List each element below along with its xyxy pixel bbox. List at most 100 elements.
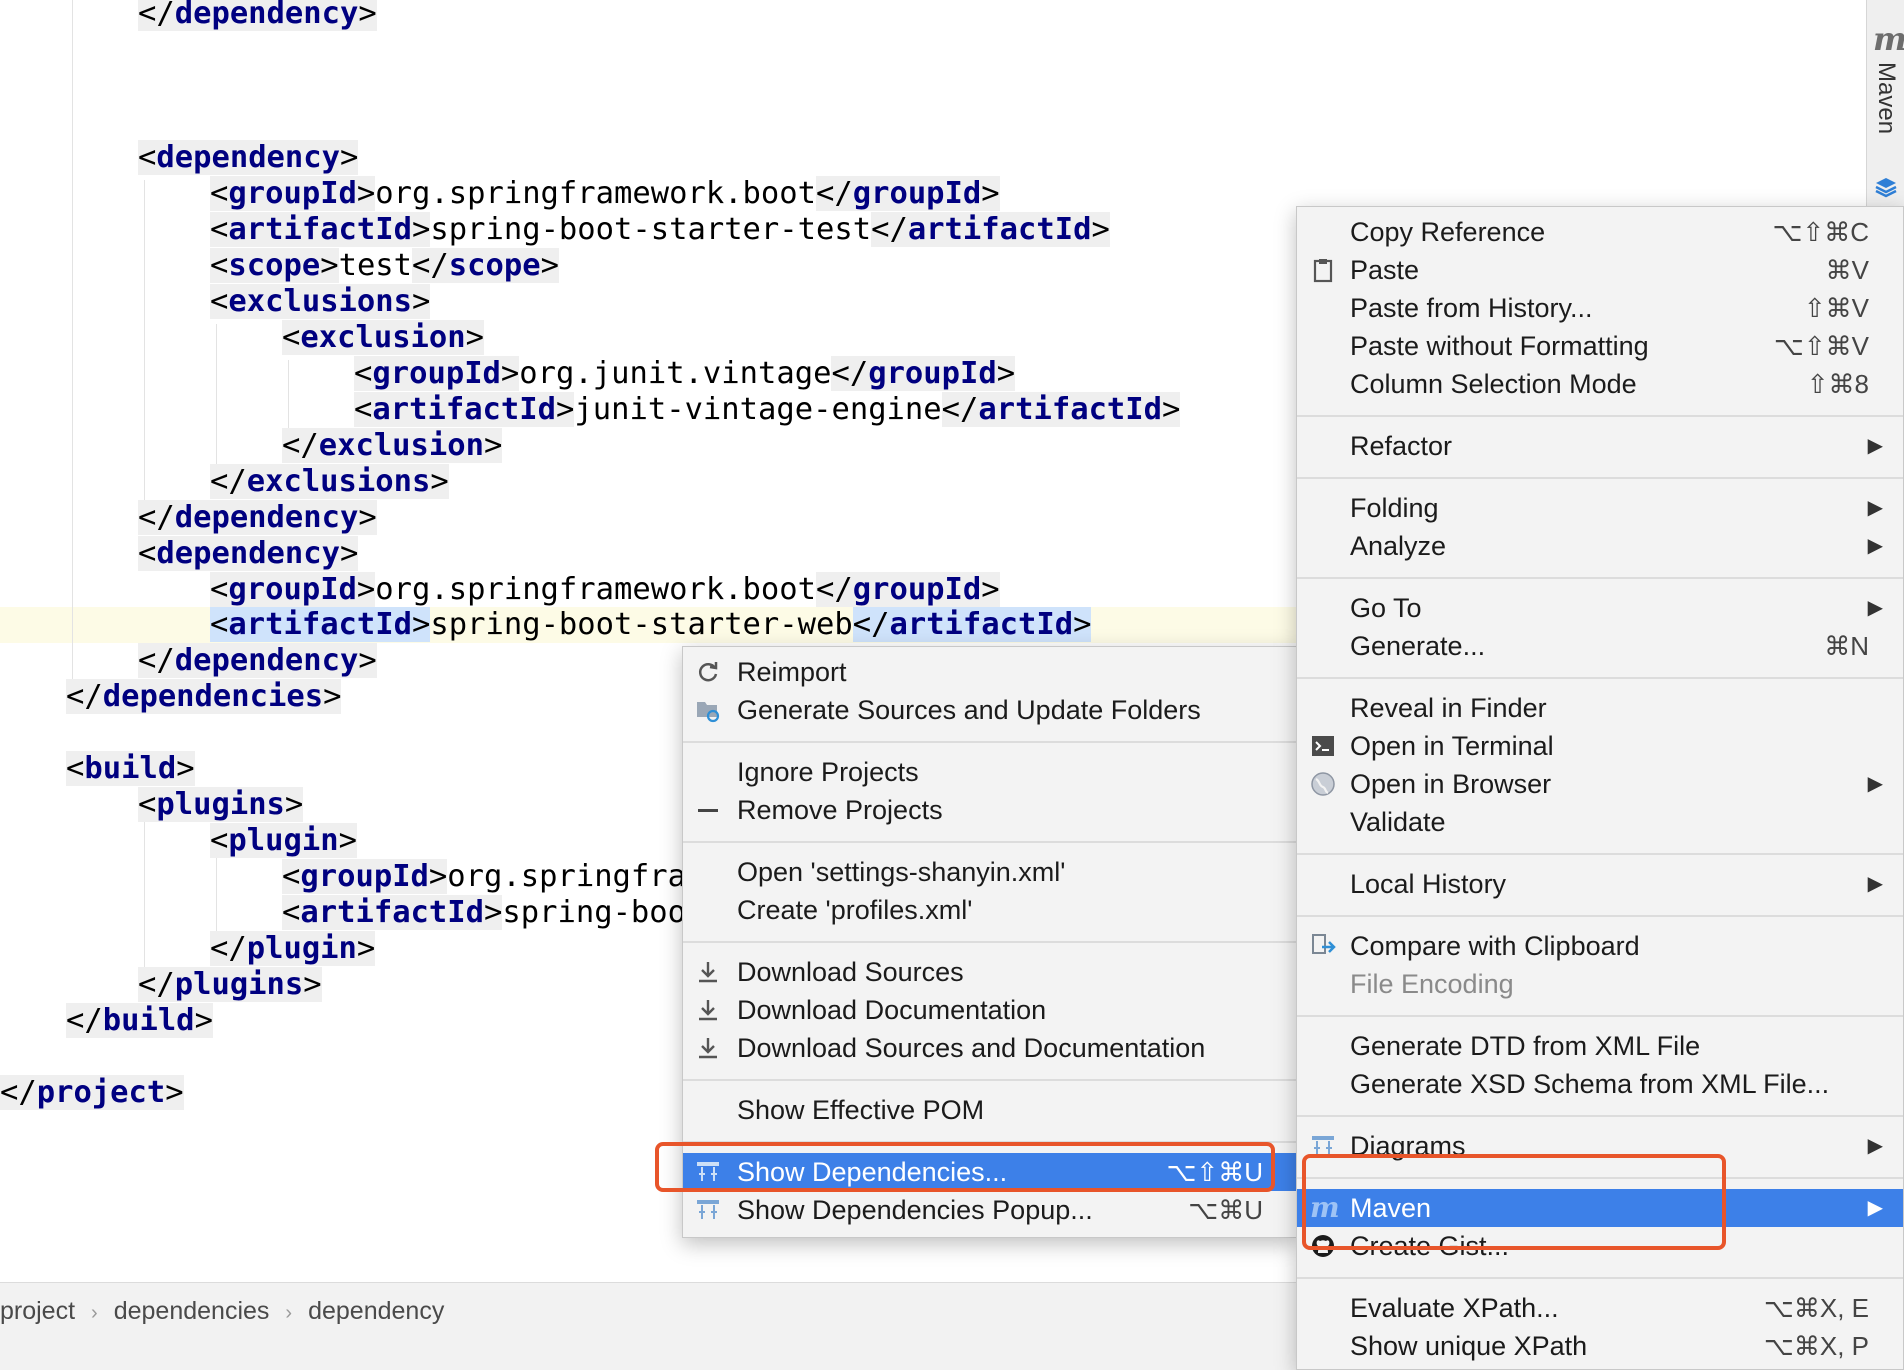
highlight-box-show-dependencies (655, 1142, 1275, 1192)
code-line[interactable]: </dependencies> (66, 679, 342, 715)
xml-bracket: > (996, 356, 1016, 391)
code-line[interactable]: <artifactId>spring-boot-starter-test</ar… (210, 212, 1110, 248)
code-line[interactable]: <dependency> (138, 140, 359, 176)
menu-item-show-dependencies-popup[interactable]: Show Dependencies Popup... ⌥⌘U (683, 1191, 1297, 1229)
xml-bracket: </ (941, 392, 979, 427)
menu-item-validate[interactable]: Validate (1297, 803, 1903, 841)
menu-item-paste-without-formatting[interactable]: Paste without Formatting ⌥⇧⌘V (1297, 327, 1903, 365)
code-line[interactable]: </exclusion> (282, 428, 503, 464)
menu-item-refactor[interactable]: Refactor ▶ (1297, 427, 1903, 465)
menu-item-show-unique-xpath[interactable]: Show unique XPath ⌥⌘X, P (1297, 1327, 1903, 1365)
xml-tag-name: exclusions (246, 464, 431, 499)
submenu-arrow-icon: ▶ (1867, 873, 1883, 895)
xml-bracket: < (210, 607, 229, 642)
maven-m-icon[interactable]: m (1873, 20, 1904, 58)
xml-bracket: > (484, 428, 503, 463)
menu-item-paste[interactable]: Paste ⌘V (1297, 251, 1903, 289)
breadcrumb-item-dependency[interactable]: dependency (308, 1297, 444, 1325)
xml-tag-name: exclusions (228, 284, 413, 319)
menu-item-download-sources[interactable]: Download Sources (683, 953, 1297, 991)
menu-item-evaluate-xpath[interactable]: Evaluate XPath... ⌥⌘X, E (1297, 1289, 1903, 1327)
code-line[interactable]: </dependency> (138, 0, 377, 32)
code-line[interactable]: <artifactId>junit-vintage-engine</artifa… (354, 392, 1181, 428)
xml-bracket: > (484, 895, 503, 930)
menu-item-ignore-projects[interactable]: Ignore Projects (683, 753, 1297, 791)
compare-icon (1312, 934, 1336, 954)
clipboard-icon (1313, 259, 1333, 283)
code-line[interactable]: <plugin> (210, 823, 357, 859)
menu-item-reimport[interactable]: Reimport (683, 653, 1297, 691)
code-line[interactable]: <exclusion> (282, 320, 485, 356)
code-line[interactable]: </plugins> (138, 967, 322, 1003)
code-line[interactable]: <groupId>org.springframework.boot</group… (210, 572, 1000, 608)
xml-bracket: </ (0, 1075, 37, 1110)
code-line[interactable]: </project> (0, 1075, 184, 1111)
code-line[interactable]: </dependency> (138, 500, 377, 536)
xml-text: test (338, 248, 413, 283)
code-line[interactable]: <groupId>org.springfra (282, 859, 686, 895)
xml-tag-name: artifactId (978, 392, 1163, 427)
menu-item-open-in-browser[interactable]: Open in Browser ▶ (1297, 765, 1903, 803)
menu-item-generate[interactable]: Generate... ⌘N (1297, 627, 1903, 665)
code-line[interactable]: <groupId>org.springframework.boot</group… (210, 176, 1000, 212)
xml-tag-name: exclusion (318, 428, 484, 463)
menu-item-file-encoding[interactable]: File Encoding (1297, 965, 1903, 1003)
menu-item-remove-projects[interactable]: Remove Projects (683, 791, 1297, 829)
download-icon (699, 1038, 717, 1059)
menu-item-column-selection-mode[interactable]: Column Selection Mode ⇧⌘8 (1297, 365, 1903, 403)
xml-tag-name: project (36, 1075, 166, 1110)
maven-tool-window-label[interactable]: Maven (1867, 62, 1904, 142)
menu-item-generate-xsd[interactable]: Generate XSD Schema from XML File... (1297, 1065, 1903, 1103)
xml-bracket: > (358, 500, 377, 535)
xml-bracket: > (430, 464, 449, 499)
submenu-arrow-icon: ▶ (1867, 435, 1883, 457)
menu-item-open-settings[interactable]: Open 'settings-shanyin.xml' (683, 853, 1297, 891)
code-line[interactable]: <artifactId>spring-boot-starter-web</art… (210, 607, 1092, 643)
submenu-arrow-icon: ▶ (1867, 1135, 1883, 1157)
highlight-box-maven (1302, 1154, 1726, 1250)
xml-tag-name: plugins (156, 787, 285, 822)
code-line[interactable]: <groupId>org.junit.vintage</groupId> (354, 356, 1016, 392)
dependencies-icon (697, 1200, 719, 1219)
code-line[interactable]: </dependency> (138, 643, 377, 679)
menu-item-generate-dtd[interactable]: Generate DTD from XML File (1297, 1027, 1903, 1065)
xml-tag-name: groupId (300, 859, 429, 894)
menu-item-reveal-in-finder[interactable]: Reveal in Finder (1297, 689, 1903, 727)
code-line[interactable]: <dependency> (138, 536, 359, 572)
code-line[interactable]: <exclusions> (210, 284, 431, 320)
menu-item-download-documentation[interactable]: Download Documentation (683, 991, 1297, 1029)
menu-separator (1297, 677, 1903, 679)
xml-bracket: </ (66, 1003, 103, 1038)
code-line[interactable]: <build> (66, 751, 195, 787)
xml-tag-name: groupId (868, 356, 997, 391)
menu-item-folding[interactable]: Folding ▶ (1297, 489, 1903, 527)
menu-item-go-to[interactable]: Go To ▶ (1297, 589, 1903, 627)
layers-icon[interactable] (1874, 176, 1898, 198)
code-line[interactable]: </exclusions> (210, 464, 449, 500)
menu-item-analyze[interactable]: Analyze ▶ (1297, 527, 1903, 565)
menu-item-paste-from-history[interactable]: Paste from History... ⇧⌘V (1297, 289, 1903, 327)
code-line[interactable]: <artifactId>spring-boo (282, 895, 686, 931)
menu-item-show-effective-pom[interactable]: Show Effective POM (683, 1091, 1297, 1129)
indent-guide (216, 324, 217, 464)
menu-item-open-in-terminal[interactable]: Open in Terminal (1297, 727, 1903, 765)
breadcrumb-item-dependencies[interactable]: dependencies (114, 1297, 270, 1325)
code-line[interactable]: <plugins> (138, 787, 304, 823)
xml-text: spring-boo (502, 895, 687, 930)
code-line[interactable]: </build> (66, 1003, 213, 1039)
menu-item-download-sources-and-docs[interactable]: Download Sources and Documentation (683, 1029, 1297, 1067)
xml-tag-name: groupId (852, 176, 982, 211)
xml-tag-name: exclusion (300, 320, 466, 355)
menu-item-local-history[interactable]: Local History ▶ (1297, 865, 1903, 903)
code-line[interactable]: </plugin> (210, 931, 376, 967)
xml-bracket: < (282, 895, 301, 930)
code-line[interactable]: <scope>test</scope> (210, 248, 559, 284)
menu-item-generate-sources[interactable]: Generate Sources and Update Folders (683, 691, 1297, 729)
breadcrumb-item-project[interactable]: project (0, 1297, 75, 1325)
menu-item-create-profiles[interactable]: Create 'profiles.xml' (683, 891, 1297, 929)
menu-item-compare-with-clipboard[interactable]: Compare with Clipboard (1297, 927, 1903, 965)
menu-separator (683, 741, 1297, 743)
menu-item-copy-reference[interactable]: Copy Reference ⌥⇧⌘C (1297, 213, 1903, 251)
xml-text: org.springframework.boot (375, 176, 816, 211)
xml-bracket: < (210, 212, 229, 247)
